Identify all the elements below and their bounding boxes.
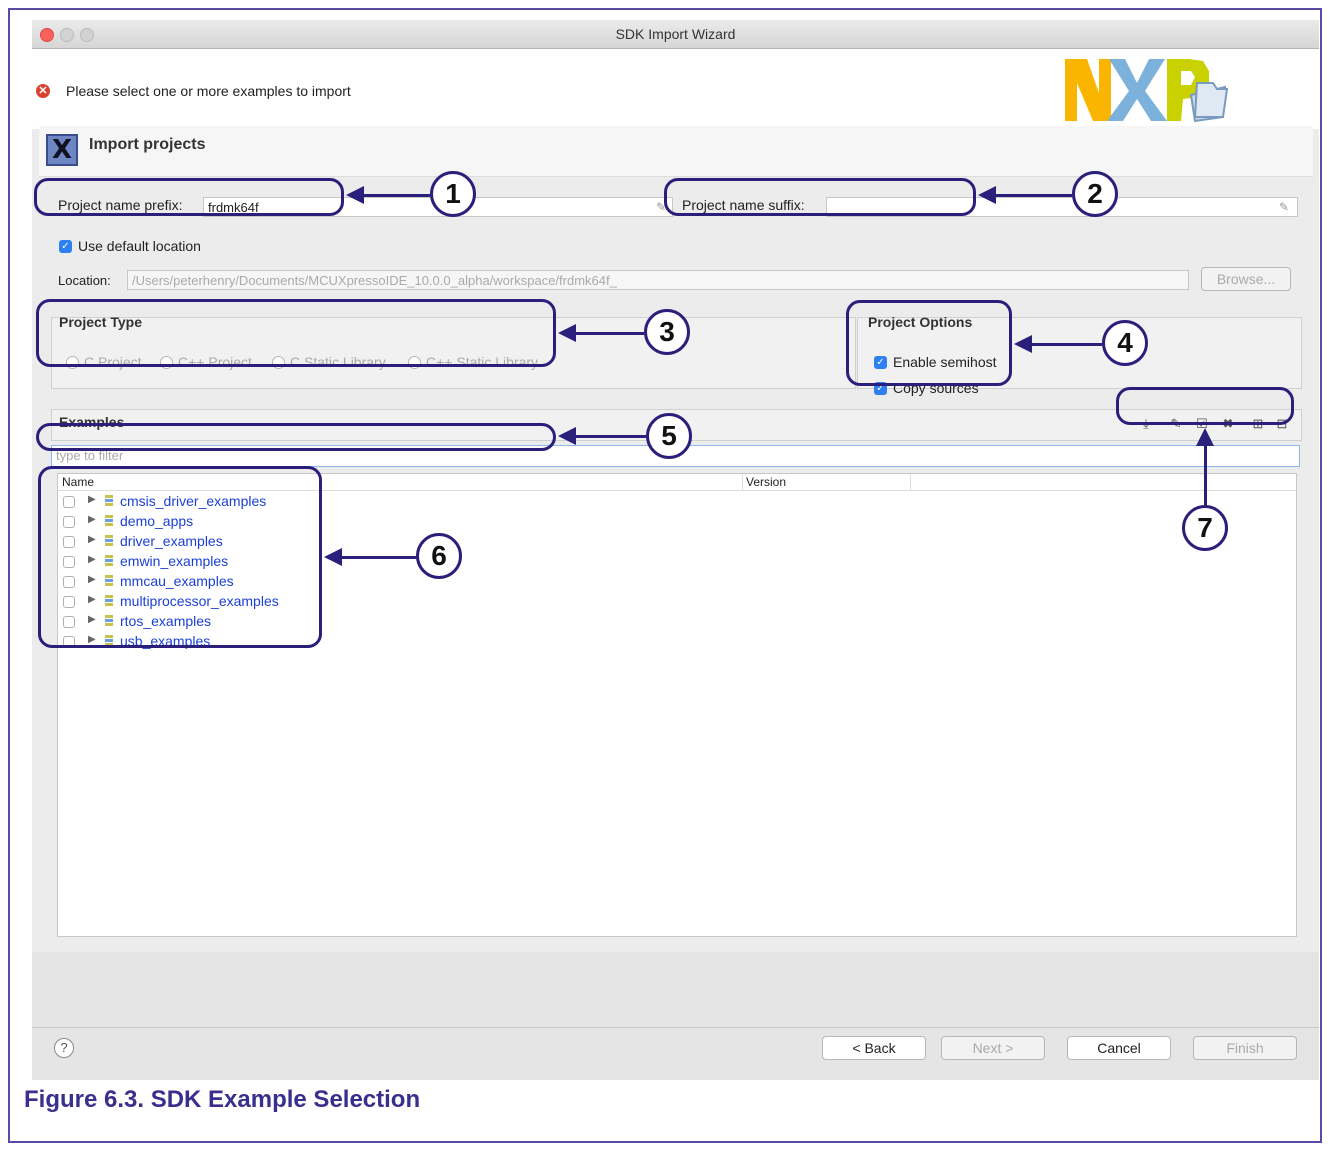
callout-arrow-5-line <box>572 435 646 438</box>
callout-box-6 <box>38 466 322 648</box>
callout-box-3 <box>36 299 556 367</box>
back-button[interactable]: < Back <box>822 1036 926 1060</box>
callout-2: 2 <box>1072 171 1118 217</box>
callout-box-5 <box>36 423 556 451</box>
next-button[interactable]: Next > <box>941 1036 1045 1060</box>
help-icon[interactable]: ? <box>54 1038 74 1058</box>
browse-button[interactable]: Browse... <box>1201 267 1291 291</box>
callout-arrow-2-line <box>992 194 1072 197</box>
figure-caption: Figure 6.3. SDK Example Selection <box>24 1086 421 1113</box>
location-label: Location: <box>58 273 111 288</box>
error-message: Please select one or more examples to im… <box>66 83 351 99</box>
finish-button[interactable]: Finish <box>1193 1036 1297 1060</box>
callout-box-2 <box>664 178 976 216</box>
callout-box-7 <box>1116 387 1294 425</box>
location-input[interactable]: /Users/peterhenry/Documents/MCUXpressoID… <box>127 270 1189 290</box>
divider <box>32 1027 1319 1028</box>
callout-arrow-4-line <box>1028 343 1102 346</box>
nxp-logo <box>1065 59 1229 123</box>
callout-7: 7 <box>1182 505 1228 551</box>
callout-arrow-3-line <box>572 332 644 335</box>
callout-6: 6 <box>416 533 462 579</box>
button-bar: ? < Back Next > Cancel Finish <box>32 952 1319 1080</box>
callout-arrow-6-line <box>338 556 418 559</box>
window-title: SDK Import Wizard <box>615 26 736 42</box>
callout-arrow-1-line <box>360 194 430 197</box>
error-icon: ✕ <box>36 84 50 98</box>
column-version[interactable]: Version <box>746 475 786 489</box>
callout-4: 4 <box>1102 320 1148 366</box>
callout-3: 3 <box>644 309 690 355</box>
page-title: Import projects <box>89 136 206 153</box>
callout-arrow-7-line <box>1204 444 1207 506</box>
cancel-button[interactable]: Cancel <box>1067 1036 1171 1060</box>
title-bar: SDK Import Wizard <box>32 20 1319 49</box>
callout-box-4 <box>846 300 1012 386</box>
callout-box-1 <box>34 178 344 216</box>
use-default-location-checkbox[interactable]: ✓ <box>59 240 72 253</box>
eraser-icon[interactable]: ✎ <box>1279 200 1293 214</box>
import-x-icon: X <box>46 134 78 166</box>
callout-1: 1 <box>430 171 476 217</box>
callout-5: 5 <box>646 413 692 459</box>
message-bar: ✕ Please select one or more examples to … <box>32 49 1319 129</box>
use-default-location-label: Use default location <box>78 238 201 254</box>
page-header: X Import projects <box>39 126 1313 177</box>
